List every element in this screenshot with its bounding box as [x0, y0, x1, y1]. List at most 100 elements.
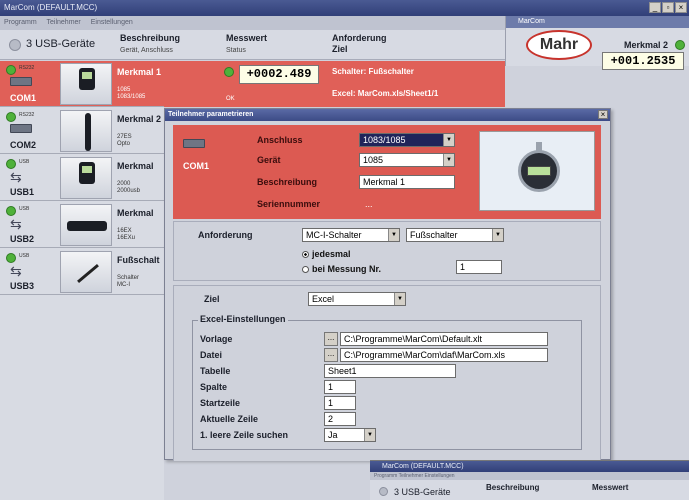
device-count: 3 USB-Geräte	[26, 38, 96, 50]
background-window: MarCom (DEFAULT.MCC) Programm Teilnehmer…	[370, 460, 689, 500]
anforderung-select[interactable]: MC-I-Schalter ▼	[302, 228, 400, 242]
footswitch-icon	[77, 263, 99, 284]
device-info: Schalter MC-I	[117, 275, 140, 288]
status-led-icon	[6, 65, 16, 75]
dial-gauge-icon	[518, 142, 560, 200]
status-led-icon	[6, 159, 16, 169]
restore-button[interactable]: ▫	[662, 2, 674, 13]
vorlage-label: Vorlage	[200, 334, 233, 344]
device-thumbnail	[60, 157, 112, 199]
panel-value-display: +001.2535	[602, 52, 684, 70]
geraet-select[interactable]: 1085 ▼	[359, 153, 455, 167]
measure-status: OK	[226, 96, 235, 102]
caliper-icon	[67, 221, 107, 231]
radio-bei-messung[interactable]: bei Messung Nr.	[302, 264, 381, 274]
device-row[interactable]: USB ⇆ USB3 Fußschalt Schalter MC-I	[0, 249, 164, 295]
dialog-close-button[interactable]: ×	[598, 110, 608, 119]
measured-value: +0002.489	[239, 65, 319, 84]
device-info: 2000 2000usb	[117, 181, 141, 194]
chevron-down-icon: ▼	[443, 134, 454, 146]
browse-vorlage-button[interactable]: ...	[324, 332, 338, 346]
gauge-icon	[79, 68, 95, 90]
ziel-select[interactable]: Excel ▼	[308, 292, 406, 306]
beschreibung-input[interactable]: Merkmal 1	[359, 175, 455, 189]
geraet-label: Gerät	[257, 155, 281, 165]
chevron-down-icon: ▼	[364, 429, 375, 441]
schalter-select[interactable]: Fußschalter ▼	[406, 228, 504, 242]
status-led-icon	[675, 40, 685, 50]
anschluss-label: Anschluss	[257, 135, 303, 145]
background-window-title: MarCom (DEFAULT.MCC)	[370, 461, 689, 472]
device-row[interactable]: RS232 COM1 Merkmal 1 1085 1083/1085	[0, 61, 164, 107]
status-led-icon	[6, 206, 16, 216]
spalte-label: Spalte	[200, 382, 228, 392]
chevron-down-icon: ▼	[388, 229, 399, 241]
aktuelle-zeile-label: Aktuelle Zeile	[200, 414, 259, 424]
panel-title: MarCom	[506, 16, 689, 28]
spalte-input[interactable]: 1	[324, 380, 356, 394]
browse-datei-button[interactable]: ...	[324, 348, 338, 362]
request-section: Anforderung MC-I-Schalter ▼ Fußschalter ▼ …	[173, 221, 601, 281]
radio-selected-icon	[302, 251, 309, 258]
parameter-dialog: Teilnehmer parametrieren × COM1 Anschlus…	[164, 108, 611, 461]
close-button[interactable]: ×	[675, 2, 687, 13]
device-name: Merkmal	[117, 161, 154, 171]
device-port: COM2	[10, 140, 37, 150]
mahr-logo: Mahr	[526, 30, 592, 60]
leere-zeile-select[interactable]: Ja ▼	[324, 428, 376, 442]
selected-row-details[interactable]: +0002.489 OK Schalter: Fußschalter Excel…	[164, 61, 505, 107]
device-list: RS232 COM1 Merkmal 1 1085 1083/1085 RS232…	[0, 61, 164, 500]
device-row[interactable]: RS232 COM2 Merkmal 2 27ES Opto	[0, 108, 164, 154]
ziel-label: Ziel	[204, 294, 220, 304]
device-thumbnail	[60, 251, 112, 293]
beschreibung-label: Beschreibung	[257, 177, 318, 187]
aktuelle-zeile-input[interactable]: 2	[324, 412, 356, 426]
tabelle-input[interactable]: Sheet1	[324, 364, 456, 378]
seriennummer-value: ...	[365, 199, 373, 209]
device-name: Merkmal 1	[117, 67, 162, 77]
panel-merkmal-label: Merkmal 2	[624, 40, 669, 50]
gauge-icon	[79, 162, 95, 184]
menu-einstellungen[interactable]: Einstellungen	[91, 19, 133, 26]
menu-teilnehmer[interactable]: Teilnehmer	[47, 19, 81, 26]
device-photo	[479, 131, 595, 211]
app-titlebar: MarCom (DEFAULT.MCC) _ ▫ ×	[0, 0, 689, 16]
col-anforderung: Anforderung Ziel	[332, 33, 387, 54]
app-title: MarCom (DEFAULT.MCC)	[4, 3, 98, 12]
tabelle-label: Tabelle	[200, 366, 231, 376]
anschluss-select[interactable]: 1083/1085 ▼	[359, 133, 455, 147]
vorlage-input[interactable]: C:\Programme\MarCom\Default.xlt	[340, 332, 548, 346]
device-settings: COM1 Anschluss 1083/1085 ▼ Gerät 1085 ▼ Be…	[173, 125, 601, 219]
messung-nr-input[interactable]: 1	[456, 260, 502, 274]
col-beschreibung: Beschreibung Gerät, Anschluss	[120, 33, 181, 54]
datei-input[interactable]: C:\Programme\MarCom\daf\MarCom.xls	[340, 348, 548, 362]
device-row[interactable]: USB ⇆ USB2 Merkmal 16EX 16EXu	[0, 202, 164, 248]
startzeile-input[interactable]: 1	[324, 396, 356, 410]
device-row[interactable]: USB ⇆ USB1 Merkmal 2000 2000usb	[0, 155, 164, 201]
window-controls: _ ▫ ×	[649, 2, 687, 13]
status-dot-icon	[379, 487, 388, 496]
device-name: Fußschalt	[117, 255, 160, 265]
serial-port-icon	[10, 77, 32, 86]
leere-zeile-label: 1. leere Zeile suchen	[200, 430, 289, 440]
target-text: Excel: MarCom.xls/Sheet1/1	[332, 89, 439, 98]
radio-empty-icon	[302, 266, 309, 273]
device-name: Merkmal	[117, 208, 154, 218]
startzeile-label: Startzeile	[200, 398, 241, 408]
serial-port-icon	[183, 139, 205, 148]
device-info: 16EX 16EXu	[117, 228, 136, 241]
request-text: Schalter: Fußschalter	[332, 67, 414, 76]
device-port: USB3	[10, 281, 35, 291]
status-led-icon	[224, 67, 234, 77]
usb-icon: ⇆	[10, 169, 22, 185]
background-col-messwert: Messwert	[592, 483, 629, 492]
minimize-button[interactable]: _	[649, 2, 661, 13]
menu-programm[interactable]: Programm	[4, 19, 37, 26]
chevron-down-icon: ▼	[443, 154, 454, 166]
serial-port-icon	[10, 124, 32, 133]
radio-jedesmal[interactable]: jedesmal	[302, 249, 351, 259]
device-info: 1085 1083/1085	[117, 87, 146, 100]
seriennummer-label: Seriennummer	[257, 199, 321, 209]
background-col-beschreibung: Beschreibung	[486, 483, 540, 492]
dialog-title: Teilnehmer parametrieren	[165, 109, 610, 121]
